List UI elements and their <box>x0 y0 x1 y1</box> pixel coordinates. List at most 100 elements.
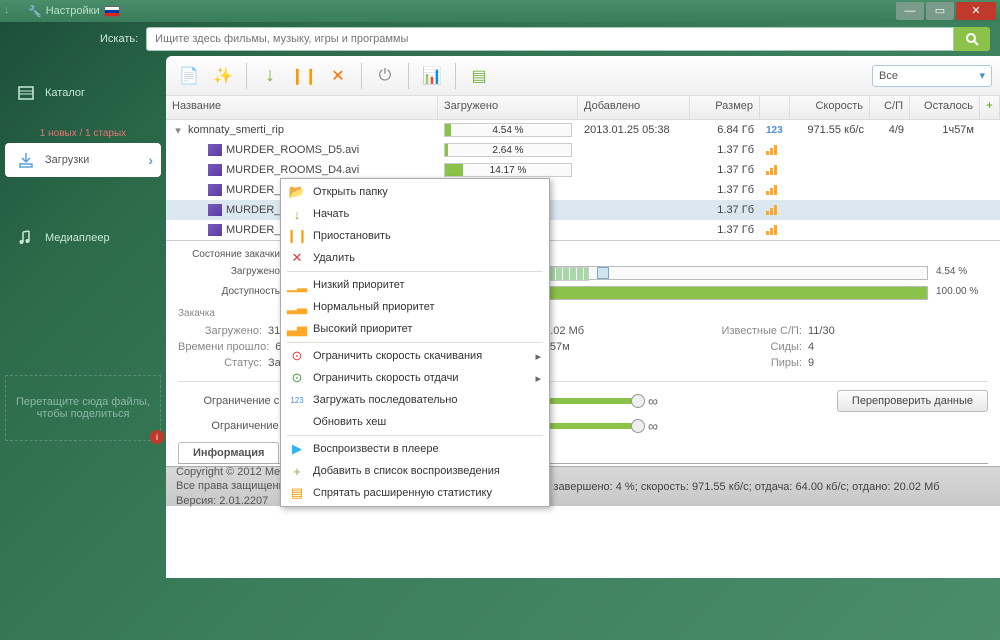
ctx-воспроизвести-в-плеере[interactable]: ▶Воспроизвести в плеере <box>283 438 547 460</box>
music-icon <box>17 229 35 247</box>
settings-link[interactable]: 🔧 Настройки <box>22 3 126 20</box>
chevron-down-icon: ▾ <box>979 69 985 82</box>
ctx-ограничить-скорость-скачивания[interactable]: ⊙Ограничить скорость скачивания▸ <box>283 345 547 367</box>
maximize-button[interactable]: ▭ <box>926 2 954 20</box>
col-added[interactable]: Добавлено <box>578 96 690 119</box>
sidebar-badge: 1 новых / 1 старых <box>5 124 161 143</box>
search-button[interactable] <box>954 27 990 51</box>
ctx-label: Добавить в список воспроизведения <box>313 465 500 477</box>
power-button[interactable]: ⏻ <box>370 61 400 91</box>
ctx-label: Удалить <box>313 252 355 264</box>
ctx-label: Приостановить <box>313 230 391 242</box>
infinity-icon: ∞ <box>648 418 658 434</box>
table-row[interactable]: MURDER_ROOMS_D5.avi2.64 %1.37 Гб <box>166 140 1000 160</box>
pause-button[interactable]: ❙❙ <box>289 61 319 91</box>
sidebar-downloads[interactable]: Загрузки <box>5 143 161 177</box>
sidebar-player[interactable]: Медиаплеер <box>5 221 161 255</box>
search-icon <box>965 32 979 46</box>
wizard-button[interactable]: ✨ <box>208 61 238 91</box>
ctx-label: Ограничить скорость скачивания <box>313 350 482 362</box>
start-button[interactable]: ↓ <box>255 61 285 91</box>
table-row[interactable]: MURDER_ROOMS_D4.avi14.17 %1.37 Гб <box>166 160 1000 180</box>
row-name-text: komnaty_smerti_rip <box>188 124 284 136</box>
ctx-спрятать-расширенную-статистику[interactable]: ▤Спрятать расширенную статистику <box>283 482 547 504</box>
col-name[interactable]: Название <box>166 96 438 119</box>
ctx-добавить-в-список-воспроизведения[interactable]: +Добавить в список воспроизведения <box>283 460 547 482</box>
add-button[interactable]: 📄 <box>174 61 204 91</box>
delete-button[interactable]: ✕ <box>323 61 353 91</box>
video-file-icon <box>208 164 222 176</box>
downloaded-pct: 4.54 % <box>928 266 988 280</box>
ctx-загружать-последовательно[interactable]: 123Загружать последовательно <box>283 389 547 411</box>
col-remain[interactable]: Осталось <box>910 96 980 119</box>
dropzone[interactable]: Перетащите сюда файлы, чтобы поделиться … <box>5 375 161 441</box>
table-row[interactable]: ▾komnaty_smerti_rip4.54 %2013.01.25 05:3… <box>166 120 1000 140</box>
tree-toggle[interactable]: ▾ <box>172 124 184 137</box>
ctx-label: Высокий приоритет <box>313 323 412 335</box>
sidebar-catalog[interactable]: Каталог <box>5 76 161 110</box>
list-button[interactable]: ▤ <box>464 61 494 91</box>
ctx-label: Начать <box>313 208 349 220</box>
col-sp[interactable]: С/П <box>870 96 910 119</box>
filter-dropdown[interactable]: Все ▾ <box>872 65 992 87</box>
video-file-icon <box>208 204 222 216</box>
avail-label: Доступность <box>178 286 288 300</box>
filter-label: Все <box>879 70 898 82</box>
ctx-label: Ограничить скорость отдачи <box>313 372 459 384</box>
ctx-нормальный-приоритет[interactable]: ▂▃Нормальный приоритет <box>283 296 547 318</box>
downloads-icon <box>17 151 35 169</box>
ctx-обновить-хеш[interactable]: Обновить хеш <box>283 411 547 433</box>
grid-header: Название Загружено Добавлено Размер Скор… <box>166 96 1000 120</box>
col-size[interactable]: Размер <box>690 96 760 119</box>
catalog-icon <box>17 84 35 102</box>
ctx-ограничить-скорость-отдачи[interactable]: ⊙Ограничить скорость отдачи▸ <box>283 367 547 389</box>
row-name-text: MURDER_ <box>226 184 280 196</box>
sidebar-player-label: Медиаплеер <box>45 232 110 244</box>
infinity-icon: ∞ <box>648 393 658 409</box>
ctx-открыть-папку[interactable]: 📂Открыть папку <box>283 181 547 203</box>
warn-icon: i <box>150 430 164 444</box>
recheck-button[interactable]: Перепроверить данные <box>837 390 988 412</box>
flag-ru-icon <box>104 6 120 17</box>
minimize-button[interactable]: — <box>896 2 924 20</box>
row-name-text: MURDER_ <box>226 204 280 216</box>
ctx-label: Низкий приоритет <box>313 279 405 291</box>
row-name-text: MURDER_ROOMS_D5.avi <box>226 144 359 156</box>
ctx-label: Открыть папку <box>313 186 388 198</box>
sidebar-downloads-label: Загрузки <box>45 154 89 166</box>
video-file-icon <box>208 224 222 236</box>
titlebar: ↓ 🔧 Настройки — ▭ ✕ <box>0 0 1000 22</box>
video-file-icon <box>208 184 222 196</box>
search-label: Искать: <box>100 33 138 45</box>
col-order[interactable] <box>760 96 790 119</box>
submenu-arrow-icon: ▸ <box>535 372 541 385</box>
app-icon: ↓ <box>4 4 18 18</box>
col-add-button[interactable]: + <box>980 96 1000 119</box>
ctx-начать[interactable]: ↓Начать <box>283 203 547 225</box>
ctx-label: Воспроизвести в плеере <box>313 443 439 455</box>
row-name-text: MURDER_ <box>226 224 280 236</box>
submenu-arrow-icon: ▸ <box>535 350 541 363</box>
search-input[interactable] <box>146 27 954 51</box>
close-button[interactable]: ✕ <box>956 2 996 20</box>
row-name-text: MURDER_ROOMS_D4.avi <box>226 164 359 176</box>
ctx-удалить[interactable]: ✕Удалить <box>283 247 547 269</box>
ctx-низкий-приоритет[interactable]: ▁▂Низкий приоритет <box>283 274 547 296</box>
ctx-label: Спрятать расширенную статистику <box>313 487 492 499</box>
tab-информация[interactable]: Информация <box>178 442 279 463</box>
search-bar: Искать: <box>0 22 1000 56</box>
ctx-label: Загружать последовательно <box>313 394 457 406</box>
state-label: Состояние закачки <box>178 249 288 260</box>
context-menu: 📂Открыть папку↓Начать❙❙Приостановить✕Уда… <box>280 178 550 507</box>
stats-button[interactable]: 📊 <box>417 61 447 91</box>
video-file-icon <box>208 144 222 156</box>
sidebar: Каталог 1 новых / 1 старых Загрузки Меди… <box>0 56 166 578</box>
col-progress[interactable]: Загружено <box>438 96 578 119</box>
dropzone-text: Перетащите сюда файлы, чтобы поделиться <box>16 396 150 420</box>
settings-label: Настройки <box>46 5 100 17</box>
toolbar: 📄 ✨ ↓ ❙❙ ✕ ⏻ 📊 ▤ Все ▾ <box>166 56 1000 96</box>
col-speed[interactable]: Скорость <box>790 96 870 119</box>
ctx-приостановить[interactable]: ❙❙Приостановить <box>283 225 547 247</box>
ctx-label: Обновить хеш <box>313 416 386 428</box>
ctx-высокий-приоритет[interactable]: ▃▅Высокий приоритет <box>283 318 547 340</box>
